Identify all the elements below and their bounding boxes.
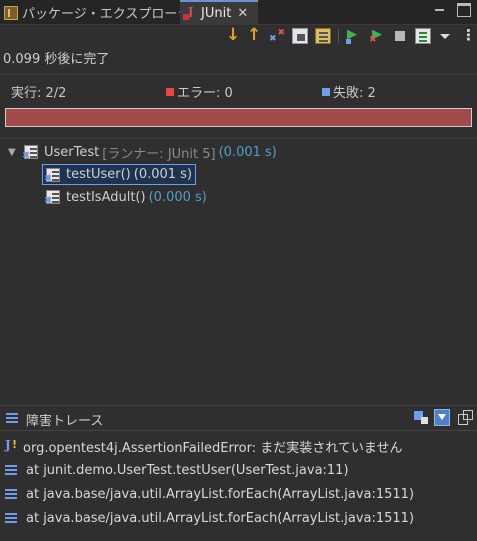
toolbar-separator xyxy=(338,29,339,43)
trace-line[interactable]: at java.base/java.util.ArrayList.forEach… xyxy=(5,508,414,528)
tree-item-suite[interactable]: ▼ UserTest [ランナー: JUnit 5] (0.001 s) xyxy=(8,142,277,162)
test-run-history-icon[interactable] xyxy=(315,28,331,44)
trace-line[interactable]: org.opentest4j.AssertionFailedError: まだ実… xyxy=(5,436,402,456)
test-name: testUser() xyxy=(66,167,131,182)
test-method-failed-icon xyxy=(44,190,60,206)
trace-line-text: at java.base/java.util.ArrayList.forEach… xyxy=(26,510,415,526)
exception-icon xyxy=(5,438,17,453)
previous-failure-icon[interactable] xyxy=(245,25,261,45)
trace-line-text: at java.base/java.util.ArrayList.forEach… xyxy=(26,486,415,502)
filter-stack-trace-icon[interactable] xyxy=(434,409,450,426)
failure-trace-header: 障害トレース xyxy=(0,405,477,430)
close-icon[interactable]: ✕ xyxy=(237,6,248,21)
layout-icon[interactable] xyxy=(415,28,431,44)
test-method-failed-icon xyxy=(44,167,60,184)
suite-time: (0.001 s) xyxy=(218,144,277,160)
rerun-test-icon[interactable] xyxy=(346,27,362,44)
tab-junit[interactable]: JUnit ✕ xyxy=(180,0,258,25)
view-tab-bar: パッケージ・エクスプローラー JUnit ✕ xyxy=(0,0,477,25)
stack-frame-icon xyxy=(5,488,17,500)
test-time: (0.000 s) xyxy=(148,189,207,205)
copy-trace-icon[interactable] xyxy=(457,409,473,426)
tab-package-explorer-label: パッケージ・エクスプローラー xyxy=(22,7,204,22)
stack-trace-icon xyxy=(6,413,18,424)
junit-icon xyxy=(183,5,197,21)
view-menu-dropdown-icon[interactable] xyxy=(437,28,453,44)
runs-counter: 実行: 2/2 xyxy=(11,86,67,101)
tree-item-test-is-adult[interactable]: testIsAdult() (0.000 s) xyxy=(44,187,207,207)
test-class-failed-icon xyxy=(22,145,38,161)
progress-bar xyxy=(5,108,472,127)
stop-icon[interactable] xyxy=(392,28,408,44)
failure-trace-title: 障害トレース xyxy=(26,414,104,429)
error-icon xyxy=(166,88,174,96)
rerun-failed-first-icon[interactable] xyxy=(369,27,385,45)
package-explorer-icon xyxy=(4,5,18,20)
more-options-icon[interactable] xyxy=(457,26,476,44)
maximize-icon[interactable] xyxy=(457,3,471,17)
trace-line[interactable]: at junit.demo.UserTest.testUser(UserTest… xyxy=(5,460,349,480)
chevron-down-icon[interactable]: ▼ xyxy=(8,147,18,158)
next-failure-icon[interactable] xyxy=(224,25,240,45)
trace-line-text: at junit.demo.UserTest.testUser(UserTest… xyxy=(26,462,349,478)
test-counters: 実行: 2/2 エラー: 0 失敗: 2 xyxy=(0,74,477,108)
stack-frame-icon xyxy=(5,464,17,476)
test-tree: ▼ UserTest [ランナー: JUnit 5] (0.001 s) tes… xyxy=(0,138,477,403)
test-name: testIsAdult() xyxy=(66,189,146,205)
failure-icon xyxy=(322,88,330,96)
stack-frame-icon xyxy=(5,512,17,524)
trace-line[interactable]: at java.base/java.util.ArrayList.forEach… xyxy=(5,484,414,504)
tab-junit-label: JUnit xyxy=(201,6,232,21)
compare-result-icon[interactable] xyxy=(413,409,429,426)
junit-toolbar xyxy=(0,25,477,47)
suite-runner: [ランナー: JUnit 5] xyxy=(102,146,216,162)
test-time: (0.001 s) xyxy=(133,167,193,182)
tab-package-explorer[interactable]: パッケージ・エクスプローラー xyxy=(4,0,203,25)
trace-line-text: org.opentest4j.AssertionFailedError: まだ実… xyxy=(23,440,403,456)
show-failures-only-icon[interactable] xyxy=(269,28,285,44)
failure-trace-list: org.opentest4j.AssertionFailedError: まだ実… xyxy=(0,430,477,541)
view-window-controls xyxy=(433,3,471,17)
run-status-text: 0.099 秒後に完了 xyxy=(3,52,110,67)
failures-counter: 失敗: 2 xyxy=(322,82,376,101)
minimize-icon[interactable] xyxy=(433,3,447,17)
scroll-lock-icon[interactable] xyxy=(292,28,308,44)
errors-counter-label: エラー: 0 xyxy=(177,86,233,101)
failures-counter-label: 失敗: 2 xyxy=(333,86,376,101)
tree-item-test-user[interactable]: testUser() (0.001 s) xyxy=(42,164,197,185)
errors-counter: エラー: 0 xyxy=(166,82,233,101)
suite-name: UserTest xyxy=(44,144,100,160)
